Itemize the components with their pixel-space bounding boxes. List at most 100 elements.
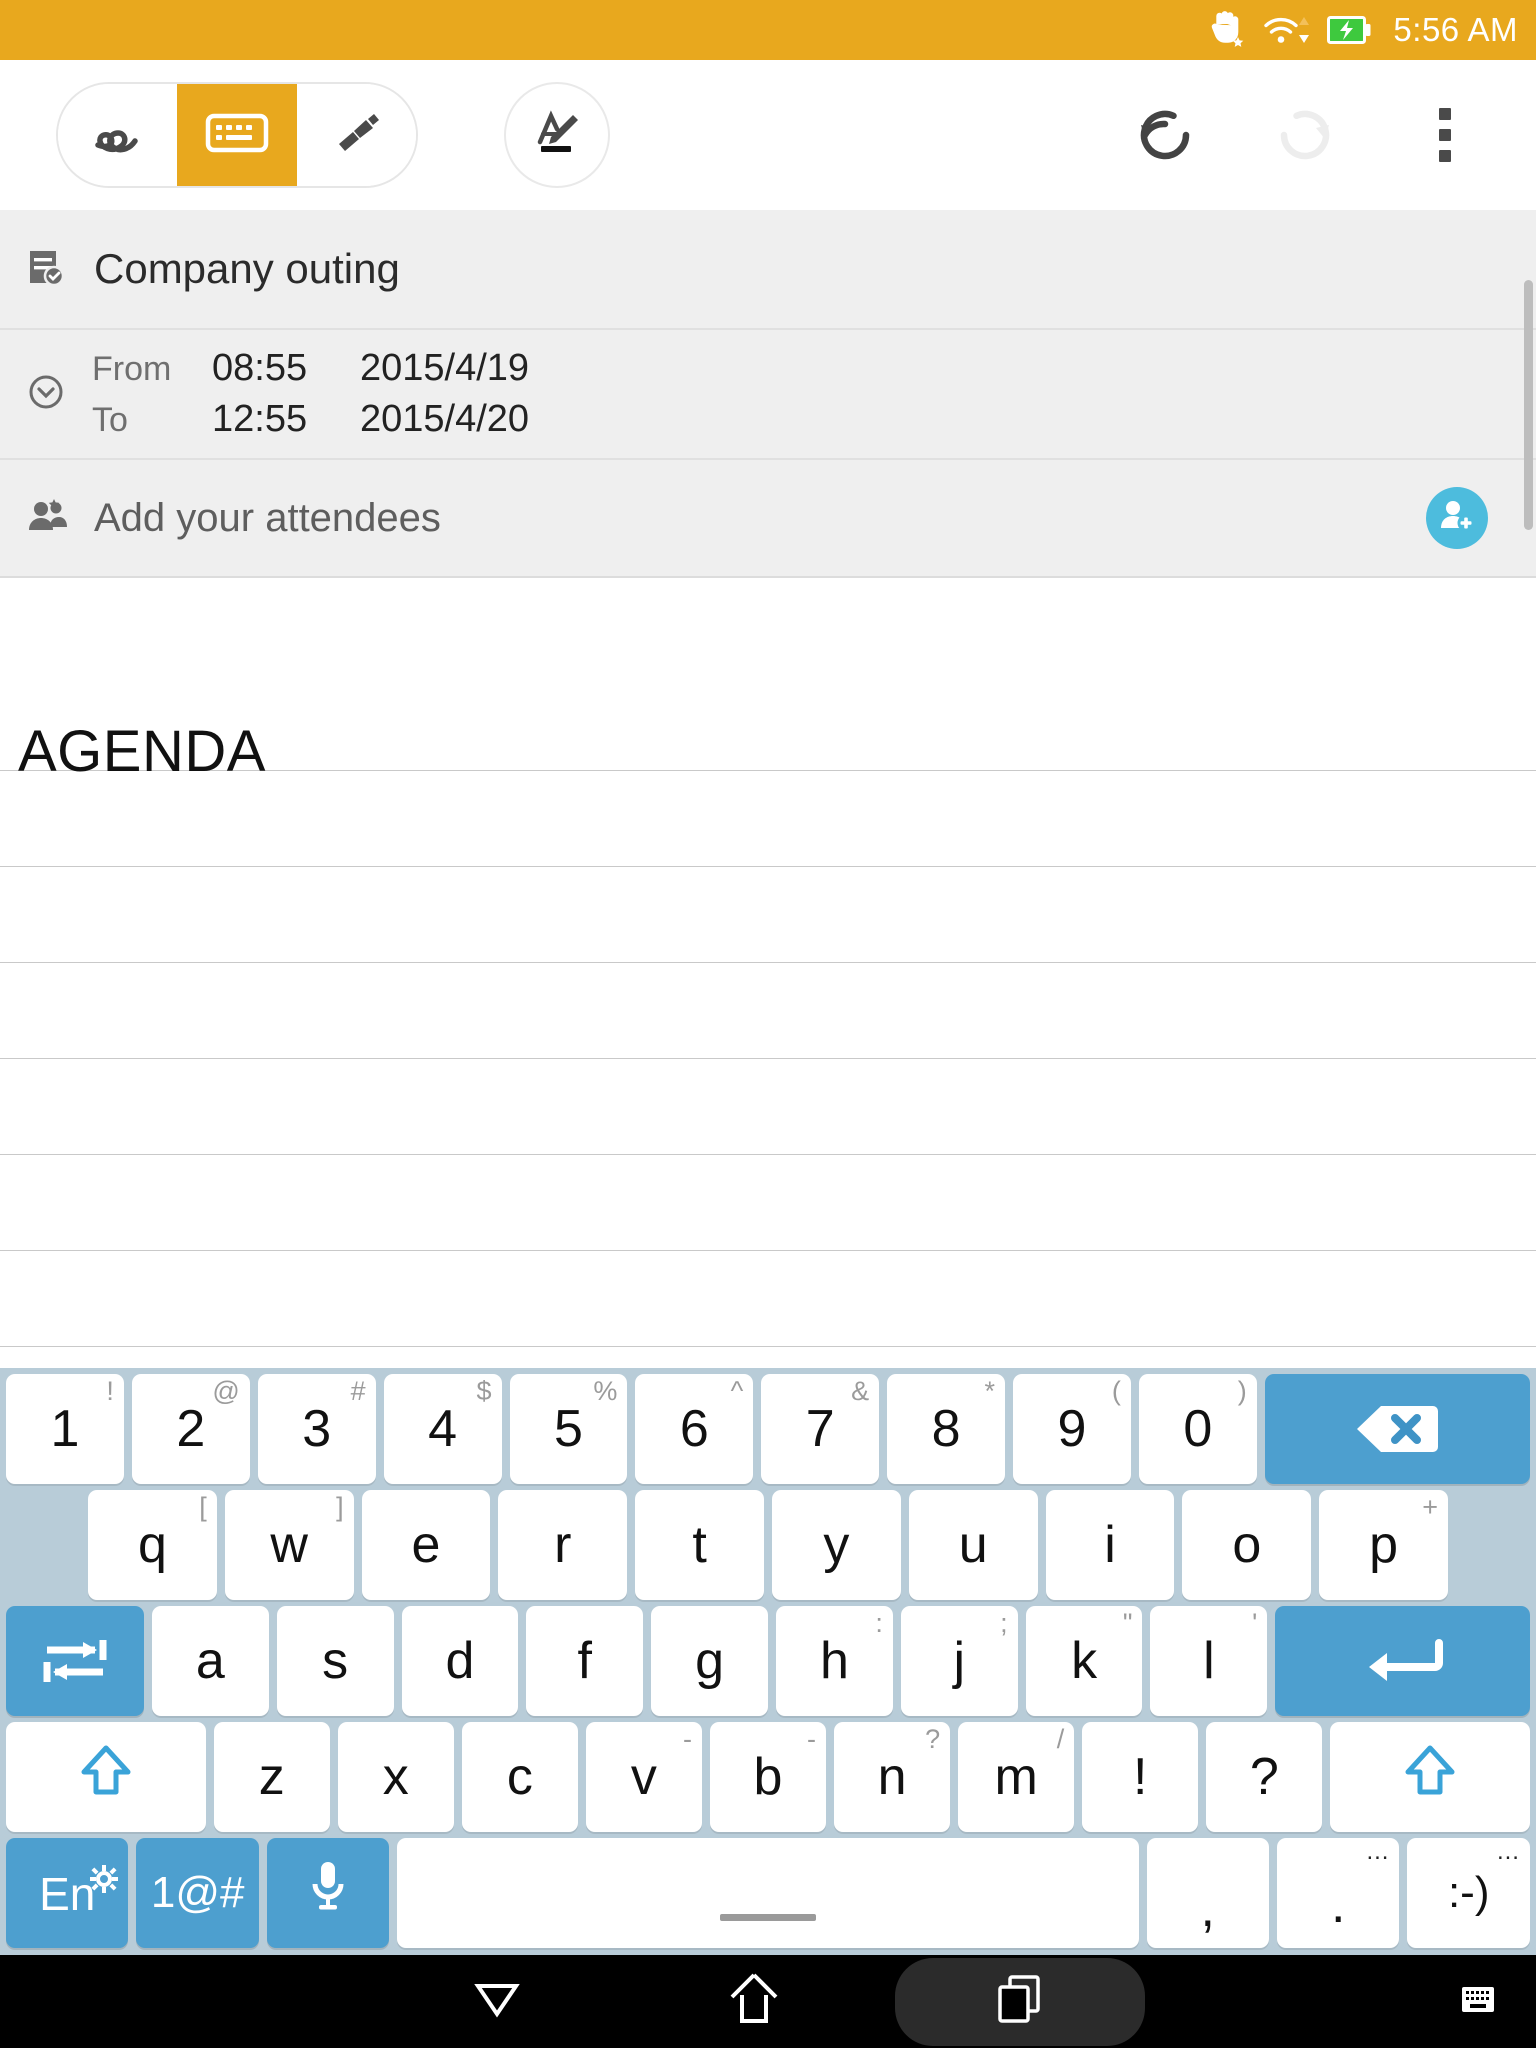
keyboard-toggle-button[interactable] xyxy=(1458,1979,1498,2024)
key-b[interactable]: - b xyxy=(709,1722,827,1832)
key-z-label: z xyxy=(258,1748,285,1806)
back-button[interactable] xyxy=(470,1976,524,2027)
key-7-secondary: & xyxy=(851,1376,870,1406)
key-8[interactable]: * 8 xyxy=(887,1374,1005,1484)
key-q[interactable]: [ q xyxy=(88,1490,217,1600)
key-v[interactable]: - v xyxy=(585,1722,702,1832)
toolbar-actions xyxy=(1128,98,1536,172)
keyboard-tool-button[interactable] xyxy=(177,84,297,186)
key-3[interactable]: # 3 xyxy=(257,1374,376,1484)
key-x[interactable]: x xyxy=(337,1722,454,1832)
key-2[interactable]: @ 2 xyxy=(131,1374,250,1484)
key-7[interactable]: & 7 xyxy=(761,1374,880,1484)
wifi-icon xyxy=(1261,11,1313,49)
key-6-secondary: ^ xyxy=(730,1376,744,1406)
note-rule-line xyxy=(0,1058,1536,1059)
shift-right-key[interactable] xyxy=(1330,1722,1531,1832)
from-date: 2015/4/19 xyxy=(360,347,530,389)
key-p[interactable]: + p xyxy=(1319,1490,1448,1600)
key-j[interactable]: ; j xyxy=(900,1606,1018,1716)
key-s[interactable]: s xyxy=(276,1606,394,1716)
note-schedule-row[interactable]: From 08:55 2015/4/19 To 12:55 2015/4/20 xyxy=(0,330,1536,460)
key-m[interactable]: / m xyxy=(958,1722,1075,1832)
schedule-from[interactable]: From 08:55 2015/4/19 xyxy=(92,347,529,390)
note-content-heading[interactable]: AGENDA xyxy=(18,718,266,785)
key-o[interactable]: o xyxy=(1182,1490,1312,1600)
to-date: 2015/4/20 xyxy=(360,398,530,440)
text-format-button[interactable] xyxy=(504,82,610,188)
clock-icon xyxy=(26,372,66,417)
key-exclamation[interactable]: ! xyxy=(1082,1722,1199,1832)
key-comma-label: , xyxy=(1200,1880,1215,1938)
highlighter-tool-button[interactable] xyxy=(296,84,416,186)
key-w[interactable]: ] w xyxy=(224,1490,354,1600)
symbols-key[interactable]: 1@# xyxy=(136,1838,259,1948)
backspace-key[interactable] xyxy=(1264,1374,1530,1484)
language-key-label: En xyxy=(39,1868,96,1920)
home-icon xyxy=(728,1971,780,2032)
key-z[interactable]: z xyxy=(213,1722,330,1832)
key-c[interactable]: c xyxy=(461,1722,578,1832)
key-6[interactable]: ^ 6 xyxy=(635,1374,754,1484)
more-dot xyxy=(1439,108,1451,120)
input-mode-segmented-control[interactable] xyxy=(56,82,418,188)
language-key[interactable]: En xyxy=(6,1838,129,1948)
add-person-button[interactable] xyxy=(1426,487,1488,549)
key-h[interactable]: : h xyxy=(776,1606,893,1716)
from-label: From xyxy=(92,350,172,388)
key-w-secondary: ] xyxy=(336,1492,344,1522)
key-e[interactable]: e xyxy=(361,1490,491,1600)
note-header: Company outing From 08:55 2015/4/19 To 1… xyxy=(0,210,1536,578)
key-emoji[interactable]: ... :-) xyxy=(1407,1838,1530,1948)
key-f[interactable]: f xyxy=(526,1606,644,1716)
key-n-secondary: ? xyxy=(925,1724,941,1754)
shift-left-key[interactable] xyxy=(6,1722,206,1832)
key-period-label: . xyxy=(1331,1876,1346,1934)
key-l[interactable]: ' l xyxy=(1150,1606,1268,1716)
key-r[interactable]: r xyxy=(498,1490,628,1600)
note-rule-line xyxy=(0,866,1536,867)
key-j-secondary: ; xyxy=(1000,1608,1008,1638)
editor-toolbar xyxy=(0,60,1536,210)
key-v-secondary: - xyxy=(682,1724,692,1754)
key-a[interactable]: a xyxy=(151,1606,269,1716)
key-i[interactable]: i xyxy=(1045,1490,1175,1600)
key-1[interactable]: ! 1 xyxy=(6,1374,124,1484)
key-k[interactable]: " k xyxy=(1025,1606,1143,1716)
key-8-label: 8 xyxy=(931,1400,961,1458)
home-button[interactable] xyxy=(728,1971,780,2032)
key-y[interactable]: y xyxy=(771,1490,901,1600)
key-4[interactable]: $ 4 xyxy=(383,1374,502,1484)
key-4-label: 4 xyxy=(428,1400,458,1458)
schedule-to[interactable]: To 12:55 2015/4/20 xyxy=(92,398,529,441)
android-navigation-bar xyxy=(0,1955,1536,2048)
tab-key[interactable] xyxy=(6,1606,144,1716)
undo-button[interactable] xyxy=(1128,98,1202,172)
vertical-scrollbar[interactable] xyxy=(1524,280,1533,530)
key-5[interactable]: % 5 xyxy=(509,1374,628,1484)
key-n[interactable]: ? n xyxy=(834,1722,951,1832)
key-comma[interactable]: , xyxy=(1146,1838,1269,1948)
key-0[interactable]: ) 0 xyxy=(1138,1374,1257,1484)
back-down-triangle-icon xyxy=(470,1976,524,2027)
symbols-key-label: 1@# xyxy=(150,1868,245,1917)
more-options-button[interactable] xyxy=(1408,98,1482,172)
key-t-label: t xyxy=(692,1516,707,1574)
keyboard-row-top: [ q ] w e r t y u i o + p xyxy=(6,1490,1530,1600)
key-7-label: 7 xyxy=(805,1400,835,1458)
key-period[interactable]: ... . xyxy=(1277,1838,1400,1948)
key-u[interactable]: u xyxy=(908,1490,1038,1600)
key-d[interactable]: d xyxy=(401,1606,519,1716)
key-question[interactable]: ? xyxy=(1206,1722,1323,1832)
voice-input-key[interactable] xyxy=(266,1838,390,1948)
key-g[interactable]: g xyxy=(651,1606,768,1716)
space-key[interactable] xyxy=(397,1838,1139,1948)
recent-apps-button[interactable] xyxy=(895,1957,1145,2046)
people-icon xyxy=(26,497,68,540)
enter-key[interactable] xyxy=(1275,1606,1530,1716)
key-t[interactable]: t xyxy=(635,1490,764,1600)
scribble-tool-button[interactable] xyxy=(58,84,178,186)
note-attendees-row[interactable]: Add your attendees xyxy=(0,460,1536,578)
key-9[interactable]: ( 9 xyxy=(1013,1374,1131,1484)
note-title-row[interactable]: Company outing xyxy=(0,210,1536,330)
